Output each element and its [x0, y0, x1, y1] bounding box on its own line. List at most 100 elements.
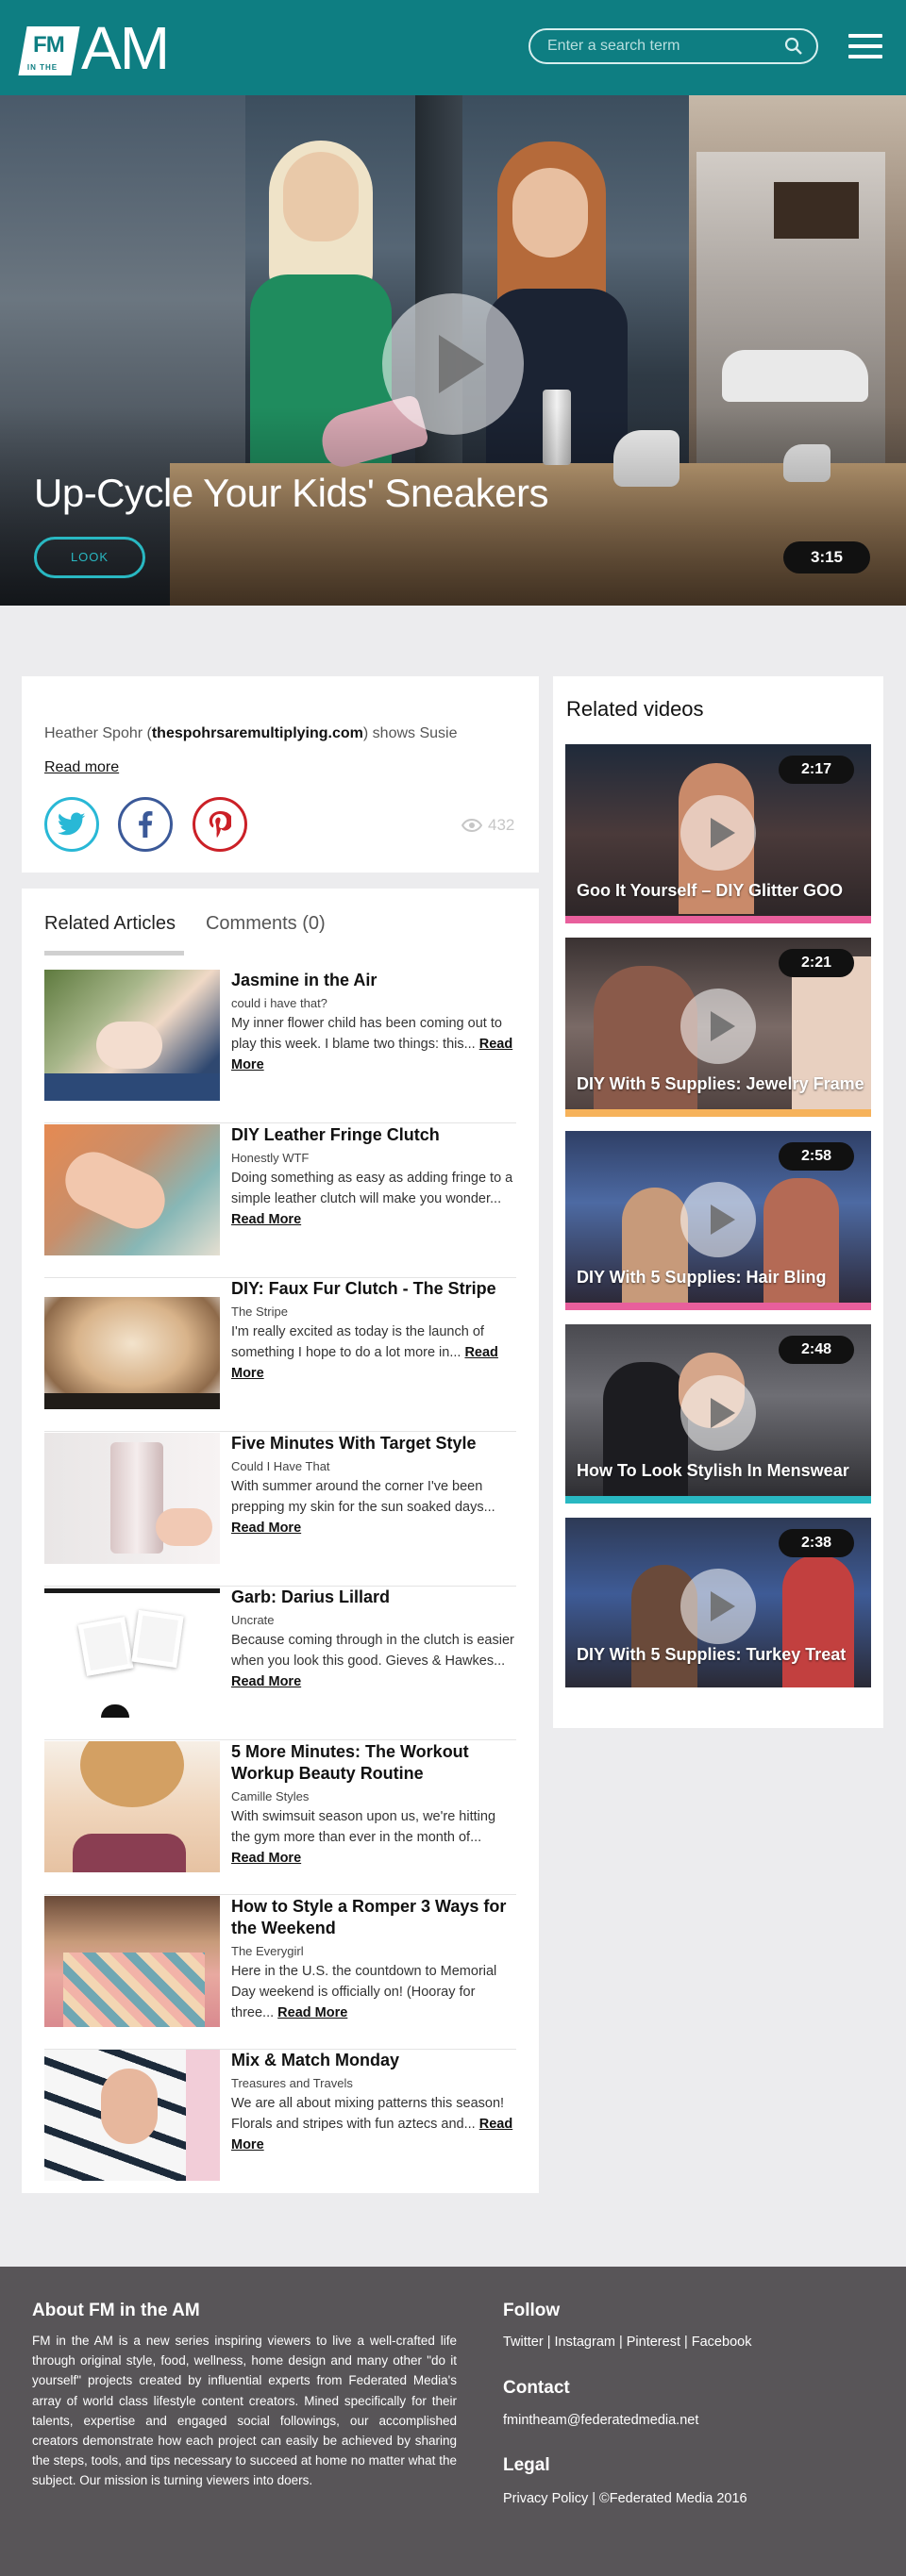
- video-duration: 2:38: [779, 1529, 854, 1557]
- article-read-more-link[interactable]: Read More: [231, 1521, 301, 1536]
- facebook-share-button[interactable]: [118, 797, 173, 852]
- related-video-item[interactable]: 2:58 DIY With 5 Supplies: Hair Bling: [565, 1131, 871, 1310]
- article-item[interactable]: How to Style a Romper 3 Ways for the Wee…: [44, 1896, 516, 2050]
- article-thumbnail[interactable]: [44, 2050, 220, 2181]
- hero-video[interactable]: Up-Cycle Your Kids' Sneakers LOOK 3:15: [0, 95, 906, 606]
- search-input[interactable]: [547, 38, 784, 55]
- article-title[interactable]: How to Style a Romper 3 Ways for the Wee…: [231, 1896, 514, 1939]
- video-title: Goo It Yourself – DIY Glitter GOO: [577, 881, 844, 900]
- tab-comments[interactable]: Comments (0): [206, 913, 326, 948]
- footer-contact-email[interactable]: fmintheam@federatedmedia.net: [503, 2413, 698, 2428]
- pinterest-icon: [209, 811, 231, 838]
- article-title[interactable]: DIY: Faux Fur Clutch - The Stripe: [231, 1278, 514, 1300]
- article-thumbnail[interactable]: [44, 970, 220, 1101]
- article-thumbnail[interactable]: [44, 1741, 220, 1872]
- play-icon[interactable]: [680, 1569, 756, 1644]
- eye-icon: [461, 819, 482, 832]
- footer-copyright: ©Federated Media 2016: [599, 2491, 747, 2506]
- article-excerpt: Doing something as easy as adding fringe…: [231, 1171, 513, 1227]
- footer-privacy-link[interactable]: Privacy Policy: [503, 2491, 588, 2506]
- article-title[interactable]: Five Minutes With Target Style: [231, 1433, 514, 1454]
- hero-title: Up-Cycle Your Kids' Sneakers: [34, 471, 548, 515]
- look-button[interactable]: LOOK: [34, 537, 145, 578]
- play-icon[interactable]: [680, 989, 756, 1064]
- article-source: Camille Styles: [231, 1789, 310, 1803]
- car-image: [722, 350, 868, 402]
- video-duration: 2:21: [779, 949, 854, 977]
- twitter-icon: [58, 812, 86, 836]
- pinterest-share-button[interactable]: [193, 797, 247, 852]
- play-icon[interactable]: [680, 1375, 756, 1451]
- article-thumbnail[interactable]: [44, 1433, 220, 1564]
- article-source: Uncrate: [231, 1613, 275, 1627]
- article-source: could i have that?: [231, 996, 327, 1010]
- logo-badge: FM IN THE: [18, 26, 80, 75]
- related-video-item[interactable]: 2:21 DIY With 5 Supplies: Jewelry Frame: [565, 938, 871, 1117]
- related-video-item[interactable]: 2:17 Goo It Yourself – DIY Glitter GOO: [565, 744, 871, 923]
- article-read-more-link[interactable]: Read More: [231, 1212, 301, 1227]
- article-item[interactable]: Garb: Darius Lillard Uncrate Because com…: [44, 1587, 516, 1740]
- article-source: The Stripe: [231, 1305, 288, 1319]
- footer-link-instagram[interactable]: Instagram: [554, 2335, 614, 2350]
- article-title[interactable]: 5 More Minutes: The Workout Workup Beaut…: [231, 1741, 514, 1785]
- article-excerpt: With summer around the corner I've been …: [231, 1479, 495, 1536]
- article-item[interactable]: Mix & Match Monday Treasures and Travels…: [44, 2050, 516, 2203]
- logo-am-text: AM: [81, 14, 170, 82]
- article-title[interactable]: Mix & Match Monday: [231, 2050, 514, 2071]
- article-item[interactable]: Five Minutes With Target Style Could I H…: [44, 1433, 516, 1587]
- play-icon[interactable]: [382, 293, 524, 435]
- description-link[interactable]: thespohrsaremultiplying.com: [152, 725, 363, 741]
- article-title[interactable]: DIY Leather Fringe Clutch: [231, 1124, 514, 1146]
- related-videos-card: Related videos 2:17 Goo It Yourself – DI…: [553, 676, 883, 1728]
- related-articles-card: Related Articles Comments (0) Jasmine in…: [22, 889, 539, 2193]
- article-excerpt: With swimsuit season upon us, we're hitt…: [231, 1809, 496, 1866]
- related-video-item[interactable]: 2:38 DIY With 5 Supplies: Turkey Treat: [565, 1518, 871, 1687]
- video-accent-bar: [565, 1496, 871, 1504]
- footer-follow-heading: Follow: [503, 2301, 561, 2320]
- video-accent-bar: [565, 916, 871, 923]
- article-thumbnail[interactable]: [44, 1587, 220, 1718]
- article-read-more-link[interactable]: Read More: [277, 2005, 347, 2020]
- article-item[interactable]: 5 More Minutes: The Workout Workup Beaut…: [44, 1741, 516, 1895]
- article-thumbnail[interactable]: [44, 1896, 220, 2027]
- site-header: FM IN THE AM: [0, 0, 906, 95]
- play-icon[interactable]: [680, 1182, 756, 1257]
- article-title[interactable]: Jasmine in the Air: [231, 970, 514, 991]
- video-description: Heather Spohr (thespohrsaremultiplying.c…: [44, 725, 458, 741]
- article-source: Could I Have That: [231, 1459, 330, 1473]
- video-title: DIY With 5 Supplies: Turkey Treat: [577, 1645, 847, 1664]
- hamburger-menu-icon[interactable]: [848, 34, 882, 60]
- footer-legal-heading: Legal: [503, 2455, 550, 2475]
- article-excerpt: Here in the U.S. the countdown to Memori…: [231, 1964, 497, 2020]
- related-videos-heading: Related videos: [566, 697, 704, 721]
- footer-link-facebook[interactable]: Facebook: [692, 2335, 752, 2350]
- article-source: Honestly WTF: [231, 1151, 310, 1165]
- related-video-item[interactable]: 2:48 How To Look Stylish In Menswear: [565, 1324, 871, 1504]
- twitter-share-button[interactable]: [44, 797, 99, 852]
- video-duration: 3:15: [783, 541, 870, 573]
- article-thumbnail[interactable]: [44, 1278, 220, 1409]
- read-more-link[interactable]: Read more: [44, 759, 119, 776]
- article-read-more-link[interactable]: Read More: [231, 1674, 301, 1689]
- footer-contact-heading: Contact: [503, 2378, 570, 2398]
- description-card: Heather Spohr (thespohrsaremultiplying.c…: [22, 676, 539, 873]
- storefront-sign: [774, 182, 859, 239]
- view-count-value: 432: [488, 816, 515, 834]
- article-thumbnail[interactable]: [44, 1124, 220, 1255]
- footer-follow-links: Twitter | Instagram | Pinterest | Facebook: [503, 2335, 752, 2350]
- article-item[interactable]: Jasmine in the Air could i have that? My…: [44, 970, 516, 1123]
- play-icon[interactable]: [680, 795, 756, 871]
- article-title[interactable]: Garb: Darius Lillard: [231, 1587, 514, 1608]
- video-duration: 2:17: [779, 756, 854, 784]
- article-item[interactable]: DIY Leather Fringe Clutch Honestly WTF D…: [44, 1124, 516, 1278]
- article-read-more-link[interactable]: Read More: [231, 1851, 301, 1866]
- article-excerpt: Because coming through in the clutch is …: [231, 1633, 514, 1689]
- site-logo[interactable]: FM IN THE AM: [18, 14, 170, 82]
- article-item[interactable]: DIY: Faux Fur Clutch - The Stripe The St…: [44, 1278, 516, 1432]
- tab-related-articles[interactable]: Related Articles: [44, 913, 184, 956]
- footer-link-twitter[interactable]: Twitter: [503, 2335, 544, 2350]
- article-excerpt: I'm really excited as today is the launc…: [231, 1324, 498, 1381]
- footer-link-pinterest[interactable]: Pinterest: [627, 2335, 680, 2350]
- footer-about-text: FM in the AM is a new series inspiring v…: [32, 2334, 457, 2488]
- search-icon[interactable]: [784, 37, 803, 56]
